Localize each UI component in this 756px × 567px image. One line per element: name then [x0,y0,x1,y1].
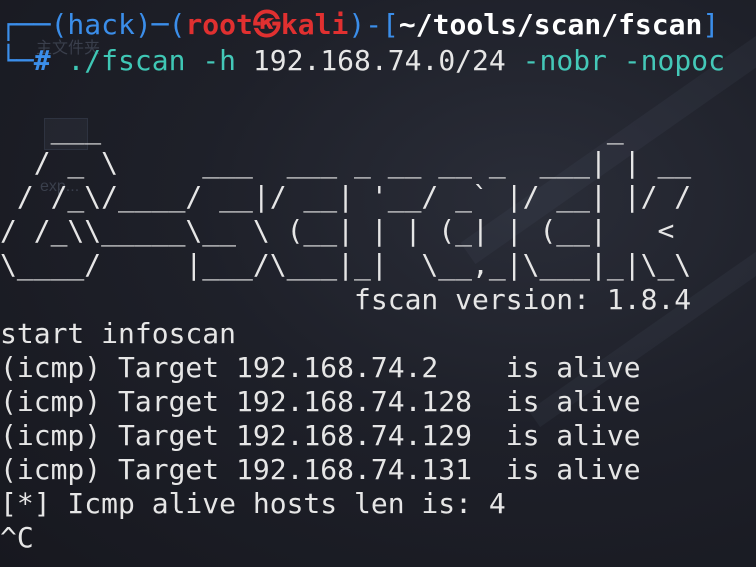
prompt-cwd: ~/tools/scan/fscan [398,8,703,41]
output-line: (icmp) Target 192.168.74.128 is alive [0,385,641,418]
prompt-host: kali [280,8,349,41]
output-line: (icmp) Target 192.168.74.2 is alive [0,351,641,384]
banner-line: / _ \ ___ ___ _ __ __ _ ___| | __ [0,146,709,179]
output-line: (icmp) Target 192.168.74.131 is alive [0,453,641,486]
terminal-window[interactable]: 主文件夹 exp... ┌──(hack)─(root㉿kali)-[~/too… [0,0,756,567]
command-target: 192.168.74.0/24 [252,44,506,77]
banner-line: ___ _ [0,112,692,145]
command-flag-nopoc: -nopoc [623,44,725,77]
prompt-separator-icon: ㉿ [252,8,281,41]
output-line: start infoscan [0,317,237,350]
command-flag-nobr: -nobr [522,44,607,77]
command-flag-host: -h [202,44,237,77]
prompt-line: ┌──(hack)─(root㉿kali)-[~/tools/scan/fsca… [0,8,720,41]
version-line: fscan version: 1.8.4 [0,283,692,316]
command-line[interactable]: └─# ./fscan -h 192.168.74.0/24 -nobr -no… [0,44,725,78]
prompt-symbol: # [33,44,51,77]
output-line: ^C [0,521,34,554]
virtualenv-label: (hack) [50,8,152,41]
banner-line: / /_\\_____\__ \ (__| | | (_| | (__| < [0,214,742,247]
output-line: (icmp) Target 192.168.74.129 is alive [0,419,641,452]
prompt-user: root [185,8,253,41]
banner-line: / /_\/____/ __|/ __| '__/ _` |/ __| |/ / [0,180,692,213]
output-line: [*] Icmp alive hosts len is: 4 [0,487,506,520]
fscan-ascii-banner: ___ _ / _ \ ___ ___ _ __ __ _ ___| | __ … [0,112,742,282]
banner-line: \____/ |___/\___|_| \__,_|\___|_|\_\ [0,248,742,281]
command-executable: ./fscan [67,44,186,77]
